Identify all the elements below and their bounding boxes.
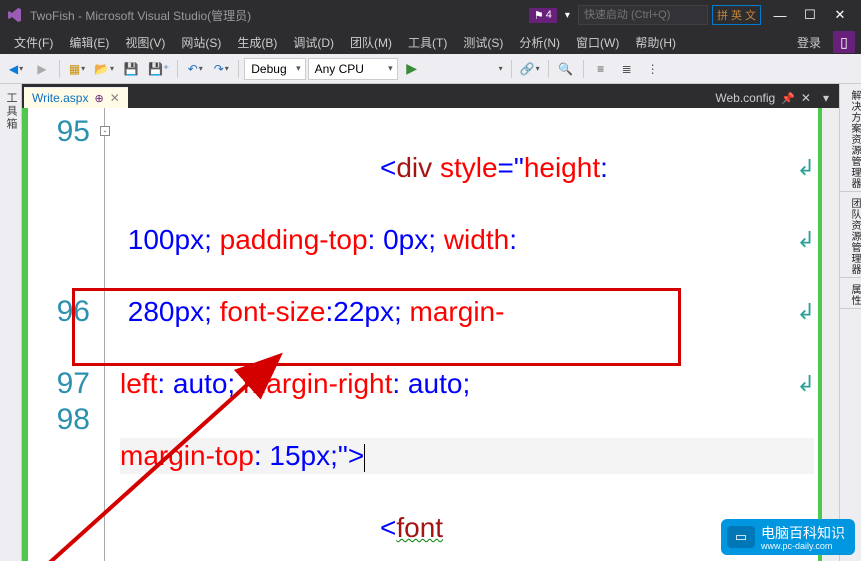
title-bar: TwoFish - Microsoft Visual Studio(管理员) ⚑… bbox=[0, 0, 861, 30]
menu-build[interactable]: 生成(B) bbox=[229, 31, 285, 54]
menu-help[interactable]: 帮助(H) bbox=[627, 31, 684, 54]
word-wrap-icon: ↲ bbox=[797, 294, 815, 330]
document-tab-label: Web.config bbox=[715, 91, 775, 105]
document-tab-label: Write.aspx bbox=[32, 91, 88, 105]
editor-zone: Write.aspx ⊕ ✕ Web.config 📌 ✕ ▾ 95 96 97… bbox=[22, 84, 839, 561]
start-target-select[interactable]: ▾ bbox=[426, 57, 506, 81]
notification-count: 4 bbox=[546, 9, 552, 21]
vertical-scrollbar[interactable] bbox=[822, 108, 839, 561]
line-number-gutter: 95 96 97 98 bbox=[28, 108, 98, 561]
tab-close-icon[interactable]: ✕ bbox=[110, 91, 120, 105]
standard-toolbar: ◀▾ ▶ ▦▾ 📂▾ 💾 💾⁺ ↶▾ ↷▾ Debug Any CPU ▶ ▾ … bbox=[0, 54, 861, 84]
team-explorer-tab[interactable]: 团队资源管理器 bbox=[840, 192, 861, 278]
solution-explorer-tab[interactable]: 解决方案资源管理器 bbox=[840, 84, 861, 192]
code-text[interactable]: <<divdiv style="height:↲ 100px; padding-… bbox=[114, 108, 818, 561]
toolbar-overflow-button[interactable]: ⋮ bbox=[641, 57, 665, 81]
document-tab-inactive[interactable]: Web.config 📌 ✕ ▾ bbox=[705, 88, 839, 108]
outlining-margin[interactable]: - bbox=[98, 108, 114, 561]
toolbox-panel-tab[interactable]: 工具箱 bbox=[0, 84, 22, 561]
user-icon[interactable]: ▯ bbox=[833, 31, 855, 53]
menu-view[interactable]: 视图(V) bbox=[117, 31, 173, 54]
word-wrap-icon: ↲ bbox=[797, 150, 815, 186]
ime-indicator[interactable]: 拼英 文 bbox=[712, 5, 761, 25]
save-button[interactable]: 💾 bbox=[119, 57, 143, 81]
save-all-button[interactable]: 💾⁺ bbox=[145, 57, 172, 81]
vs-logo-icon bbox=[6, 6, 24, 24]
browser-link-button[interactable]: 🔗▾ bbox=[517, 57, 543, 81]
notification-dropdown-icon[interactable]: ▾ bbox=[561, 10, 574, 21]
new-project-button[interactable]: ▦▾ bbox=[65, 57, 89, 81]
solution-platform-select[interactable]: Any CPU bbox=[308, 58, 398, 80]
document-tabstrip: Write.aspx ⊕ ✕ Web.config 📌 ✕ ▾ bbox=[22, 84, 839, 108]
flag-icon: ⚑ bbox=[534, 9, 544, 22]
code-editor[interactable]: 95 96 97 98 - <<divdiv style="height:↲ 1… bbox=[22, 108, 839, 561]
watermark-brand: 电脑百科知识 bbox=[761, 525, 845, 541]
menu-team[interactable]: 团队(M) bbox=[342, 31, 400, 54]
find-button[interactable]: 🔍 bbox=[554, 57, 578, 81]
nav-back-button[interactable]: ◀▾ bbox=[4, 57, 28, 81]
pin-icon[interactable]: 📌 bbox=[781, 92, 795, 105]
tab-list-dropdown-icon[interactable]: ▾ bbox=[823, 91, 829, 105]
nav-forward-button[interactable]: ▶ bbox=[30, 57, 54, 81]
watermark-url: www.pc-daily.com bbox=[761, 541, 845, 551]
properties-panel-tab[interactable]: 属性 bbox=[840, 278, 861, 309]
open-file-button[interactable]: 📂▾ bbox=[91, 57, 117, 81]
minimize-button[interactable]: — bbox=[765, 4, 795, 26]
menu-tools[interactable]: 工具(T) bbox=[400, 31, 455, 54]
maximize-button[interactable]: ☐ bbox=[795, 4, 825, 26]
quick-launch-input[interactable] bbox=[578, 5, 708, 25]
word-wrap-icon: ↲ bbox=[797, 366, 815, 402]
menu-analyze[interactable]: 分析(N) bbox=[511, 31, 568, 54]
comment-button[interactable]: ≡ bbox=[589, 57, 613, 81]
menu-bar: 文件(F) 编辑(E) 视图(V) 网站(S) 生成(B) 调试(D) 团队(M… bbox=[0, 30, 861, 54]
menu-window[interactable]: 窗口(W) bbox=[568, 31, 627, 54]
start-debug-button[interactable]: ▶ bbox=[400, 57, 424, 81]
redo-button[interactable]: ↷▾ bbox=[209, 57, 233, 81]
sign-in-button[interactable]: 登录 bbox=[789, 31, 829, 54]
uncomment-button[interactable]: ≣ bbox=[615, 57, 639, 81]
tab-close-icon[interactable]: ✕ bbox=[801, 91, 811, 105]
main-area: 工具箱 Write.aspx ⊕ ✕ Web.config 📌 ✕ ▾ 95 9… bbox=[0, 84, 861, 561]
close-button[interactable]: ✕ bbox=[825, 4, 855, 26]
watermark-badge: ▭ 电脑百科知识 www.pc-daily.com bbox=[721, 519, 855, 555]
menu-edit[interactable]: 编辑(E) bbox=[61, 31, 117, 54]
solution-config-select[interactable]: Debug bbox=[244, 58, 305, 80]
menu-file[interactable]: 文件(F) bbox=[6, 31, 61, 54]
undo-button[interactable]: ↶▾ bbox=[183, 57, 207, 81]
menu-debug[interactable]: 调试(D) bbox=[285, 31, 342, 54]
fold-toggle-icon[interactable]: - bbox=[100, 126, 110, 136]
menu-test[interactable]: 测试(S) bbox=[455, 31, 511, 54]
window-title: TwoFish - Microsoft Visual Studio(管理员) bbox=[30, 7, 529, 24]
menu-website[interactable]: 网站(S) bbox=[173, 31, 229, 54]
document-tab-active[interactable]: Write.aspx ⊕ ✕ bbox=[24, 87, 128, 108]
word-wrap-icon: ↲ bbox=[797, 222, 815, 258]
pin-icon[interactable]: ⊕ bbox=[94, 92, 103, 105]
watermark-logo-icon: ▭ bbox=[727, 526, 755, 548]
notification-badge[interactable]: ⚑4 bbox=[529, 8, 557, 23]
right-panel-tabs: 解决方案资源管理器 团队资源管理器 属性 bbox=[839, 84, 861, 561]
